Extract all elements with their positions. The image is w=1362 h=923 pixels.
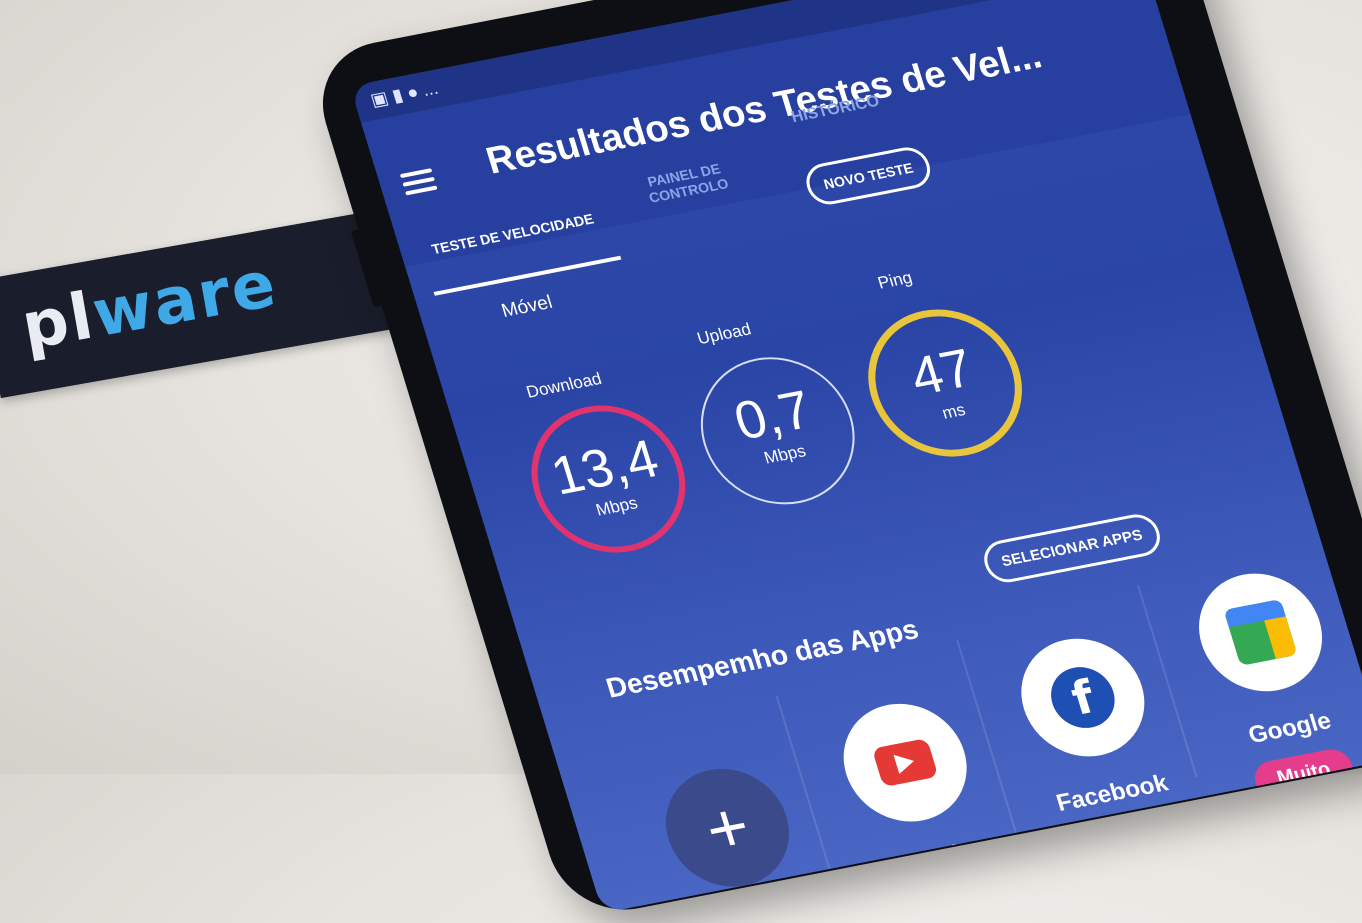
strap-logo-text: plware [17,247,283,365]
app-tile-youtube[interactable]: Youtube [804,689,1022,889]
network-type-label: Móvel [499,291,555,322]
rating-badge: Muito [1250,746,1358,803]
youtube-icon [871,738,939,788]
upload-gauge: 0,7 Mbps [682,344,874,518]
new-test-button[interactable]: NOVO TESTE [801,143,936,208]
upload-label: Upload [694,319,754,349]
tab-dashboard[interactable]: PAINEL DE CONTROLO [613,154,760,211]
lanyard-strap: plware [0,210,395,399]
app-name: Google [1245,707,1335,749]
strap-text-highlight: ware [87,247,283,353]
google-maps-icon [1223,599,1298,666]
status-icons-left: ▣ ▮ ● ... [368,77,441,111]
google-maps-logo-circle [1184,563,1338,702]
hamburger-menu-icon[interactable] [399,168,438,196]
download-label: Download [524,368,604,402]
phone: ▣ ▮ ● ... ▾ ◢ ▮ Resultados dos Testes de… [305,0,1362,922]
strap-text-prefix: pl [16,279,101,365]
tab-speed-test[interactable]: TESTE DE VELOCIDADE [427,210,599,258]
facebook-icon: f [1043,661,1123,734]
download-gauge: 13,4 Mbps [512,392,705,566]
ping-label: Ping [875,267,915,293]
rating-badge: Fantástico [1049,806,1203,872]
active-tab-indicator [433,255,622,296]
apps-section-title: Desempemho das Apps [602,613,923,704]
plus-icon[interactable]: + [650,758,805,897]
facebook-logo-circle: f [1006,628,1160,767]
ping-gauge: 47 ms [849,296,1041,470]
youtube-logo-circle [828,693,982,832]
select-apps-button[interactable]: SELECIONAR APPS [978,510,1166,586]
